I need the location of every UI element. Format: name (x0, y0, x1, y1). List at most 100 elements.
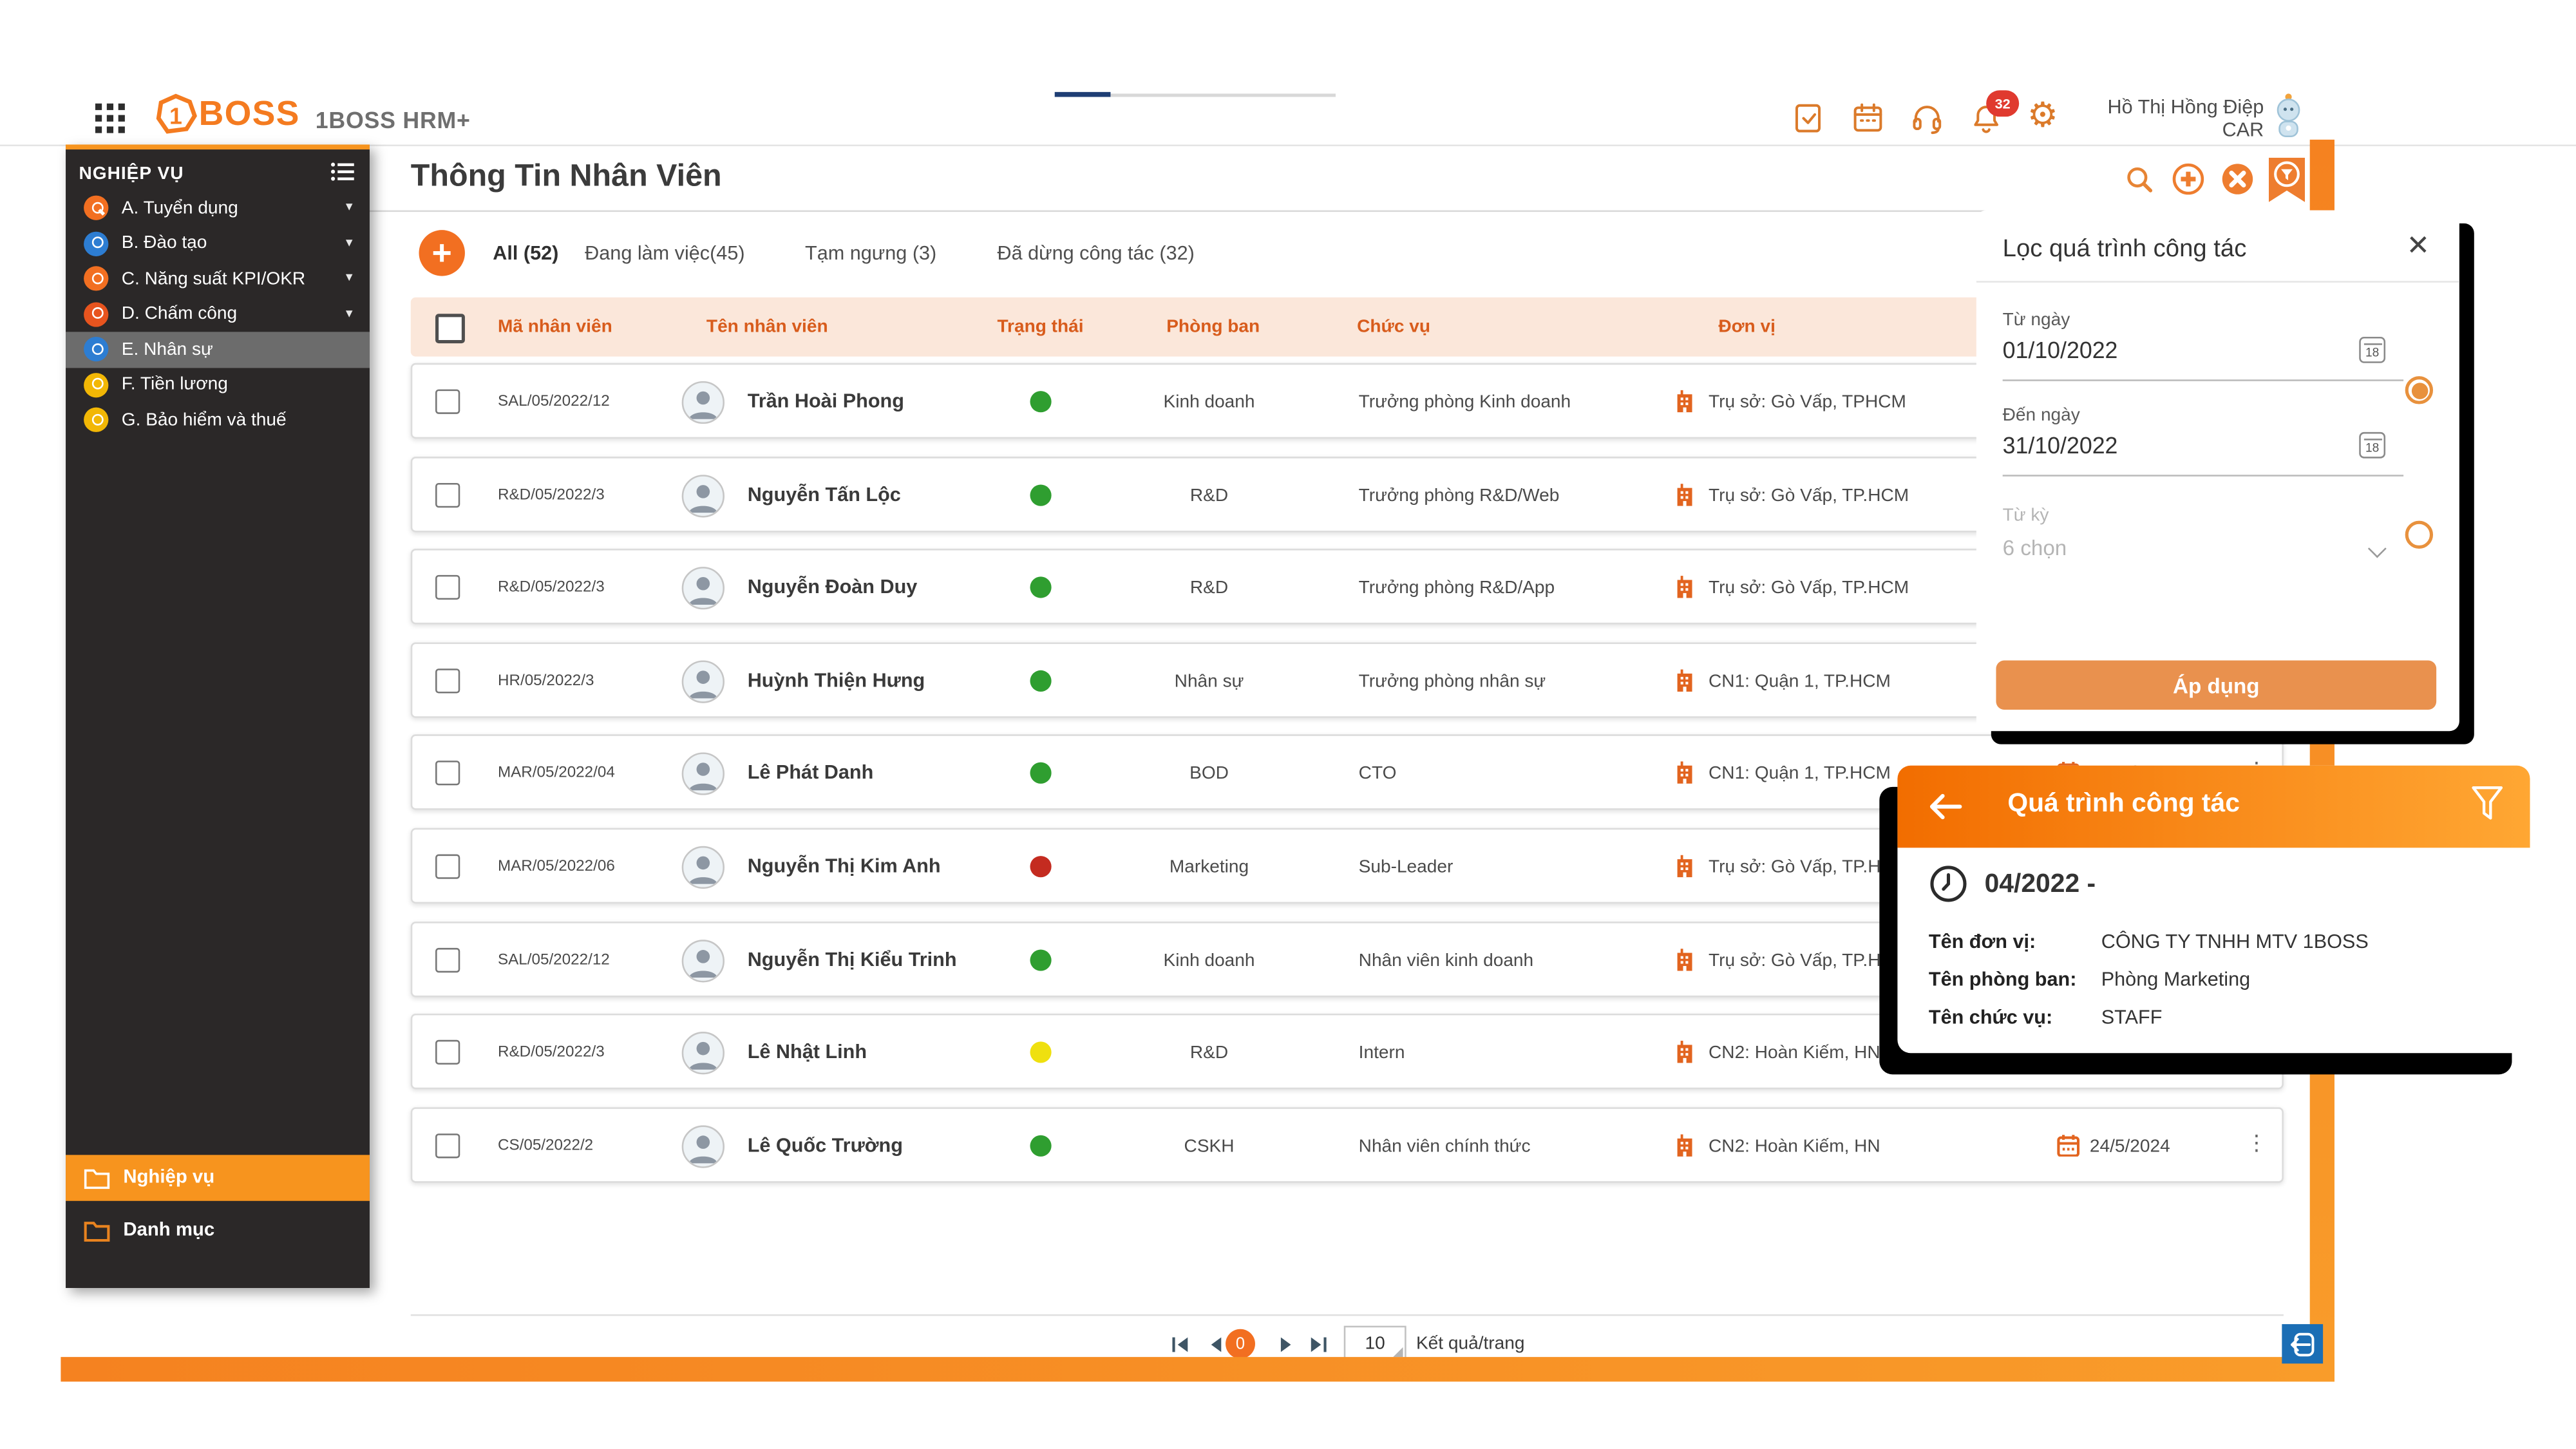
headset-icon[interactable] (1909, 100, 1945, 137)
employee-name: Trần Hoài Phong (748, 390, 904, 413)
sidebar-item-f[interactable]: F. Tiền lương (66, 367, 370, 402)
status-dot (1030, 485, 1051, 506)
collapse-button[interactable] (2282, 1324, 2323, 1363)
date-range-radio-selected[interactable] (2405, 376, 2433, 404)
training-icon (84, 231, 108, 256)
chevron-down-icon[interactable]: ▼ (343, 273, 355, 285)
apply-button[interactable]: Áp dụng (1996, 661, 2436, 710)
row-checkbox[interactable] (435, 855, 460, 879)
svg-text:1: 1 (169, 104, 182, 129)
employee-name: Nguyễn Thị Kim Anh (748, 855, 941, 878)
last-page-icon[interactable] (1308, 1334, 1329, 1355)
sidebar-item-b[interactable]: B. Đào tạo▼ (66, 226, 370, 261)
department: R&D (1127, 1043, 1291, 1063)
sidebar-item-e[interactable]: E. Nhân sự (66, 332, 370, 367)
chevron-down-icon[interactable]: ▼ (343, 308, 355, 320)
sidebar-footer-nghiep-vu[interactable]: Nghiệp vụ (66, 1155, 370, 1200)
row-checkbox[interactable] (435, 1040, 460, 1065)
search-icon[interactable] (2126, 166, 2154, 202)
brand-logo[interactable]: 1 BOSS (155, 93, 300, 136)
row-checkbox[interactable] (435, 1133, 460, 1158)
unit: CN2: Hoàn Kiếm, HN (1709, 1137, 1880, 1157)
status-dot (1030, 576, 1051, 598)
chevron-down-icon[interactable]: ▼ (343, 202, 355, 214)
employee-id: MAR/05/2022/04 (498, 764, 615, 782)
building-icon (1674, 668, 1695, 699)
sidebar-item-a[interactable]: A. Tuyển dụng▼ (66, 191, 370, 226)
page-size-input[interactable]: 10 (1344, 1326, 1406, 1361)
sidebar-item-c[interactable]: C. Năng suất KPI/OKR ▼ (66, 261, 370, 297)
position: Sub-Leader (1359, 858, 1454, 878)
tab-paused[interactable]: Tạm ngưng (3) (805, 242, 936, 265)
row-checkbox[interactable] (435, 948, 460, 972)
current-page-badge[interactable]: 0 (1226, 1329, 1255, 1359)
period-label: Từ kỳ (2003, 506, 2049, 526)
row-checkbox[interactable] (435, 390, 460, 414)
progress-bar-filled (1055, 92, 1111, 97)
datepicker-icon[interactable]: 18 (2359, 432, 2385, 459)
col-unit: Đơn vị (1718, 317, 1776, 337)
period-value[interactable]: 6 chọn (2003, 536, 2067, 560)
row-checkbox[interactable] (435, 575, 460, 600)
clear-icon[interactable] (2221, 163, 2254, 204)
chevron-down-icon[interactable] (2368, 540, 2387, 558)
row-checkbox[interactable] (435, 761, 460, 785)
period-radio-unselected[interactable] (2405, 521, 2433, 549)
datepicker-icon[interactable]: 18 (2359, 337, 2385, 363)
avatar (682, 381, 724, 424)
user-unit: CAR (2021, 118, 2264, 142)
app-grid-icon[interactable] (95, 104, 125, 133)
user-info[interactable]: Hồ Thị Hồng Điệp CAR (2021, 95, 2264, 141)
tasks-icon[interactable] (1791, 100, 1827, 137)
status-dot (1030, 391, 1051, 412)
sidebar-footer-danh-muc[interactable]: Danh mục (66, 1211, 370, 1250)
status-dot (1030, 762, 1051, 784)
close-icon[interactable]: ✕ (2407, 230, 2430, 263)
funnel-icon[interactable] (2471, 785, 2504, 833)
row-checkbox[interactable] (435, 668, 460, 693)
tab-working[interactable]: Đang làm việc(45) (585, 242, 744, 265)
clock-icon (1929, 864, 1968, 912)
chevron-down-icon[interactable]: ▼ (343, 238, 355, 249)
building-icon (1674, 855, 1695, 886)
status-dot (1030, 856, 1051, 877)
prev-page-icon[interactable] (1206, 1334, 1227, 1355)
col-position: Chức vụ (1357, 317, 1430, 337)
add-icon[interactable] (2172, 163, 2204, 204)
sidebar-list-icon[interactable] (330, 161, 355, 191)
first-page-icon[interactable] (1170, 1334, 1191, 1355)
notification-badge: 32 (1986, 90, 2019, 117)
per-page-label: Kết quả/trang (1416, 1334, 1525, 1354)
calendar-icon[interactable] (1850, 100, 1886, 137)
from-date-value[interactable]: 01/10/2022 (2003, 337, 2118, 363)
tab-stopped[interactable]: Đã dừng công tác (32) (997, 242, 1194, 265)
detail-field-label: Tên chức vụ: (1929, 1005, 2052, 1028)
building-icon (1674, 390, 1695, 421)
sidebar-item-d[interactable]: D. Chấm công▼ (66, 296, 370, 332)
row-menu-icon[interactable]: ⋮ (2246, 1132, 2267, 1157)
to-date-label: Đến ngày (2003, 406, 2080, 426)
back-arrow-icon[interactable] (1927, 792, 1963, 830)
assistant-avatar[interactable] (2270, 92, 2306, 146)
panel-divider (1976, 281, 2459, 283)
employee-name: Lê Nhật Linh (748, 1040, 867, 1063)
unit: CN2: Hoàn Kiếm, HN (1709, 1043, 1880, 1063)
sidebar-item-label: C. Năng suất KPI/OKR (122, 269, 305, 289)
sidebar-item-label: G. Bảo hiểm và thuế (122, 410, 287, 430)
add-employee-button[interactable]: + (419, 230, 465, 276)
avatar (682, 752, 724, 795)
notifications-bell-icon[interactable]: 32 (1968, 100, 2004, 137)
contract-date: 24/5/2024 (2090, 1137, 2170, 1157)
to-date-value[interactable]: 31/10/2022 (2003, 432, 2118, 459)
tab-all[interactable]: All (52) (493, 242, 558, 265)
kpi-icon (84, 267, 108, 291)
table-row[interactable]: CS/05/2022/2Lê Quốc TrườngCSKHNhân viên … (411, 1107, 2284, 1182)
sidebar-item-g[interactable]: G. Bảo hiểm và thuế (66, 402, 370, 438)
employee-id: R&D/05/2022/3 (498, 578, 605, 596)
next-page-icon[interactable] (1275, 1334, 1296, 1355)
row-checkbox[interactable] (435, 483, 460, 507)
employee-id: HR/05/2022/3 (498, 672, 594, 690)
department: Nhân sự (1127, 672, 1291, 692)
select-all-checkbox[interactable] (435, 314, 465, 343)
filter-bookmark-icon[interactable] (2269, 158, 2305, 211)
